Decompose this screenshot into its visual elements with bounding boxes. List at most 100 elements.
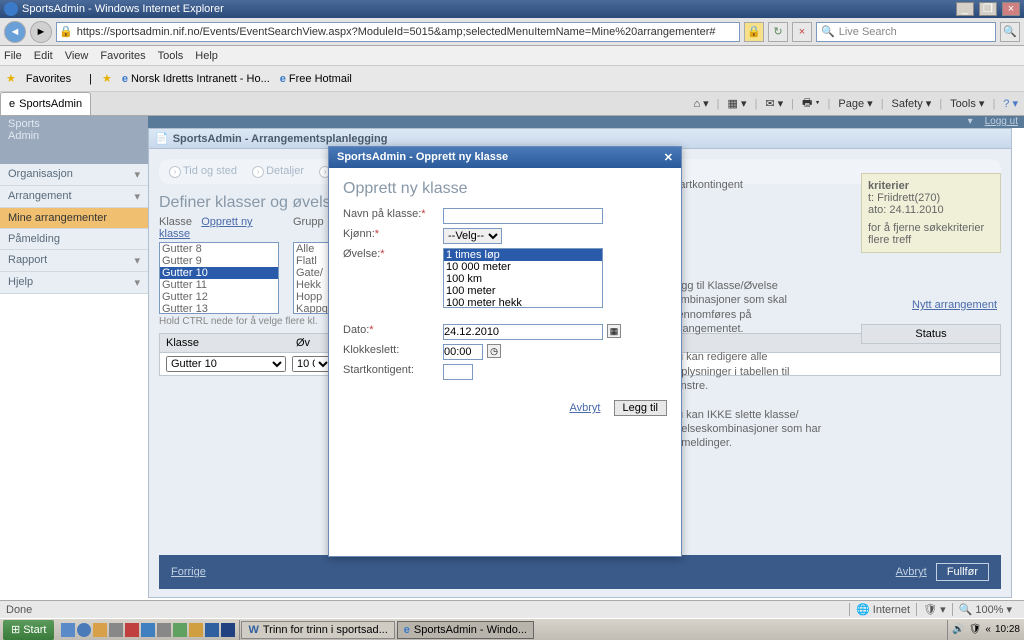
ovelse-listbox[interactable]: 1 times løp 10 000 meter 100 km 100 mete…	[443, 248, 603, 308]
clock-icon[interactable]: ◷	[487, 344, 501, 358]
finish-button[interactable]: Fullfør	[936, 563, 989, 581]
status-internet[interactable]: 🌐Internet	[849, 603, 916, 616]
address-bar: ◄ ► 🔒 https://sportsadmin.nif.no/Events/…	[0, 18, 1024, 46]
gruppe-listbox[interactable]: Alle Flatl Gate/ Hekk Hopp Kappg	[293, 242, 333, 314]
tray-icon-2[interactable]: 🛡	[969, 624, 982, 635]
sidebar-item-arrangement[interactable]: Arrangement▾	[0, 186, 148, 208]
kjonn-select[interactable]: --Velg--	[443, 228, 502, 244]
ql-icon-10[interactable]	[205, 623, 219, 637]
cmd-tools[interactable]: Tools ▾	[950, 97, 984, 110]
modal-close-icon[interactable]: ✕	[664, 151, 673, 164]
klasse-listbox[interactable]: Gutter 8 Gutter 9 Gutter 10 Gutter 11 Gu…	[159, 242, 279, 314]
sidebar-item-mine-arrangementer[interactable]: Mine arrangementer	[0, 208, 148, 229]
navn-input[interactable]	[443, 208, 603, 224]
tray-clock[interactable]: 10:28	[995, 624, 1020, 635]
ql-icon-11[interactable]	[221, 623, 235, 637]
start-button[interactable]: ⊞Start	[3, 620, 54, 640]
ql-icon-4[interactable]	[109, 623, 123, 637]
dropdown-caret[interactable]: ▾	[962, 116, 979, 127]
cmd-safety[interactable]: Safety ▾	[892, 97, 932, 110]
sidebar-item-pamelding[interactable]: Påmelding	[0, 229, 148, 250]
ql-icon-7[interactable]	[157, 623, 171, 637]
prev-link[interactable]: Forrige	[171, 566, 206, 578]
home-icon[interactable]: ⌂ ▾	[693, 97, 708, 110]
top-strip: Logg ut ▾	[148, 116, 1024, 128]
klokke-input[interactable]	[443, 344, 483, 360]
grid-ovelse-select[interactable]: 10 0	[292, 356, 332, 372]
help-icon[interactable]: ? ▾	[1003, 97, 1018, 110]
ovelse-label: Øvelse:*	[343, 248, 443, 260]
fav-item-2[interactable]: eFree Hotmail	[280, 73, 352, 85]
stop-button[interactable]: ×	[792, 22, 812, 42]
ql-ie-icon[interactable]	[77, 623, 91, 637]
app-content: SportsAdmin Logg ut ▾ Organisasjon▾ Arra…	[0, 116, 1024, 612]
close-button[interactable]: ×	[1002, 2, 1020, 16]
opprett-klasse-modal: SportsAdmin - Opprett ny klasse ✕ Oppret…	[328, 146, 682, 557]
menu-tools[interactable]: Tools	[158, 50, 184, 62]
menu-favorites[interactable]: Favorites	[100, 50, 145, 62]
window-title: SportsAdmin - Windows Internet Explorer	[22, 3, 224, 15]
ql-icon-8[interactable]	[173, 623, 187, 637]
panel-footer: Forrige Avbryt Fullfør	[159, 555, 1001, 589]
tab-bar: e SportsAdmin ⌂ ▾| ▦ ▾| ✉ ▾| 🖶 ▾| Page ▾…	[0, 92, 1024, 116]
nytt-arrangement-link[interactable]: Nytt arrangement	[912, 299, 997, 311]
restore-button[interactable]: ❐	[979, 2, 997, 16]
ql-outlook-icon[interactable]	[93, 623, 107, 637]
tray-expand-icon[interactable]: «	[985, 624, 991, 635]
sidebar-item-organisasjon[interactable]: Organisasjon▾	[0, 164, 148, 186]
favorites-label[interactable]: Favorites	[26, 73, 71, 85]
dato-input[interactable]	[443, 324, 603, 340]
task-item-1[interactable]: W Trinn for trinn i sportsad...	[241, 621, 394, 639]
cmd-page[interactable]: Page ▾	[838, 97, 872, 110]
ql-icon-6[interactable]	[141, 623, 155, 637]
search-input[interactable]: 🔍 Live Search	[816, 22, 996, 42]
wizard-step-2[interactable]: ›Detaljer	[246, 163, 310, 180]
startkontigent-input[interactable]	[443, 364, 473, 380]
window-buttons: _ ❐ ×	[954, 2, 1020, 16]
ql-icon-9[interactable]	[189, 623, 203, 637]
cancel-link[interactable]: Avbryt	[896, 566, 927, 578]
search-icon: 🔍	[821, 25, 835, 38]
ql-icon-5[interactable]	[125, 623, 139, 637]
word-icon: W	[248, 624, 258, 636]
print-icon[interactable]: 🖶 ▾	[802, 94, 820, 113]
logout-link[interactable]: Logg ut	[979, 116, 1024, 127]
sidebar-item-rapport[interactable]: Rapport▾	[0, 250, 148, 272]
url-input[interactable]: 🔒 https://sportsadmin.nif.no/Events/Even…	[56, 22, 740, 42]
favorites-bar: ★ Favorites | ★ eNorsk Idretts Intranett…	[0, 66, 1024, 92]
fav-folder-icon[interactable]: ★	[102, 72, 112, 85]
wizard-step-1[interactable]: ›Tid og sted	[163, 163, 243, 180]
command-bar: ⌂ ▾| ▦ ▾| ✉ ▾| 🖶 ▾| Page ▾| Safety ▾| To…	[687, 92, 1024, 115]
task-item-2[interactable]: e SportsAdmin - Windo...	[397, 621, 534, 639]
sidebar-item-hjelp[interactable]: Hjelp▾	[0, 272, 148, 294]
menu-help[interactable]: Help	[195, 50, 218, 62]
ql-desktop-icon[interactable]	[61, 623, 75, 637]
grid-klasse-select[interactable]: Gutter 10	[166, 356, 286, 372]
search-go-button[interactable]: 🔍	[1000, 22, 1020, 42]
modal-cancel-link[interactable]: Avbryt	[569, 402, 600, 414]
forward-button[interactable]: ►	[30, 21, 52, 43]
quick-launch	[57, 620, 240, 640]
fav-item-1[interactable]: eNorsk Idretts Intranett - Ho...	[122, 73, 270, 85]
modal-add-button[interactable]: Legg til	[614, 400, 667, 416]
tray-icon-1[interactable]: 🔊	[952, 624, 964, 635]
feeds-icon[interactable]: ▦ ▾	[728, 97, 747, 110]
dato-label: Dato:*	[343, 324, 443, 336]
status-protected[interactable]: 🛡 ▾	[916, 603, 952, 616]
mail-icon[interactable]: ✉ ▾	[765, 97, 783, 110]
criteria-box: kriterier t: Friidrett(270) ato: 24.11.2…	[861, 173, 1001, 253]
window-titlebar: SportsAdmin - Windows Internet Explorer …	[0, 0, 1024, 18]
back-button[interactable]: ◄	[4, 21, 26, 43]
menu-file[interactable]: File	[4, 50, 22, 62]
startkontigent-label: Startkontigent:	[343, 364, 443, 376]
browser-tab[interactable]: e SportsAdmin	[0, 92, 91, 115]
menu-edit[interactable]: Edit	[34, 50, 53, 62]
menu-view[interactable]: View	[65, 50, 89, 62]
calendar-icon[interactable]: ▦	[607, 324, 621, 338]
panel-icon: 📄	[155, 132, 169, 145]
status-zoom[interactable]: 🔍 100% ▾	[952, 603, 1018, 616]
ssl-button[interactable]: 🔒	[744, 22, 764, 42]
favorites-star-icon[interactable]: ★	[6, 72, 16, 85]
minimize-button[interactable]: _	[956, 2, 974, 16]
refresh-button[interactable]: ↻	[768, 22, 788, 42]
